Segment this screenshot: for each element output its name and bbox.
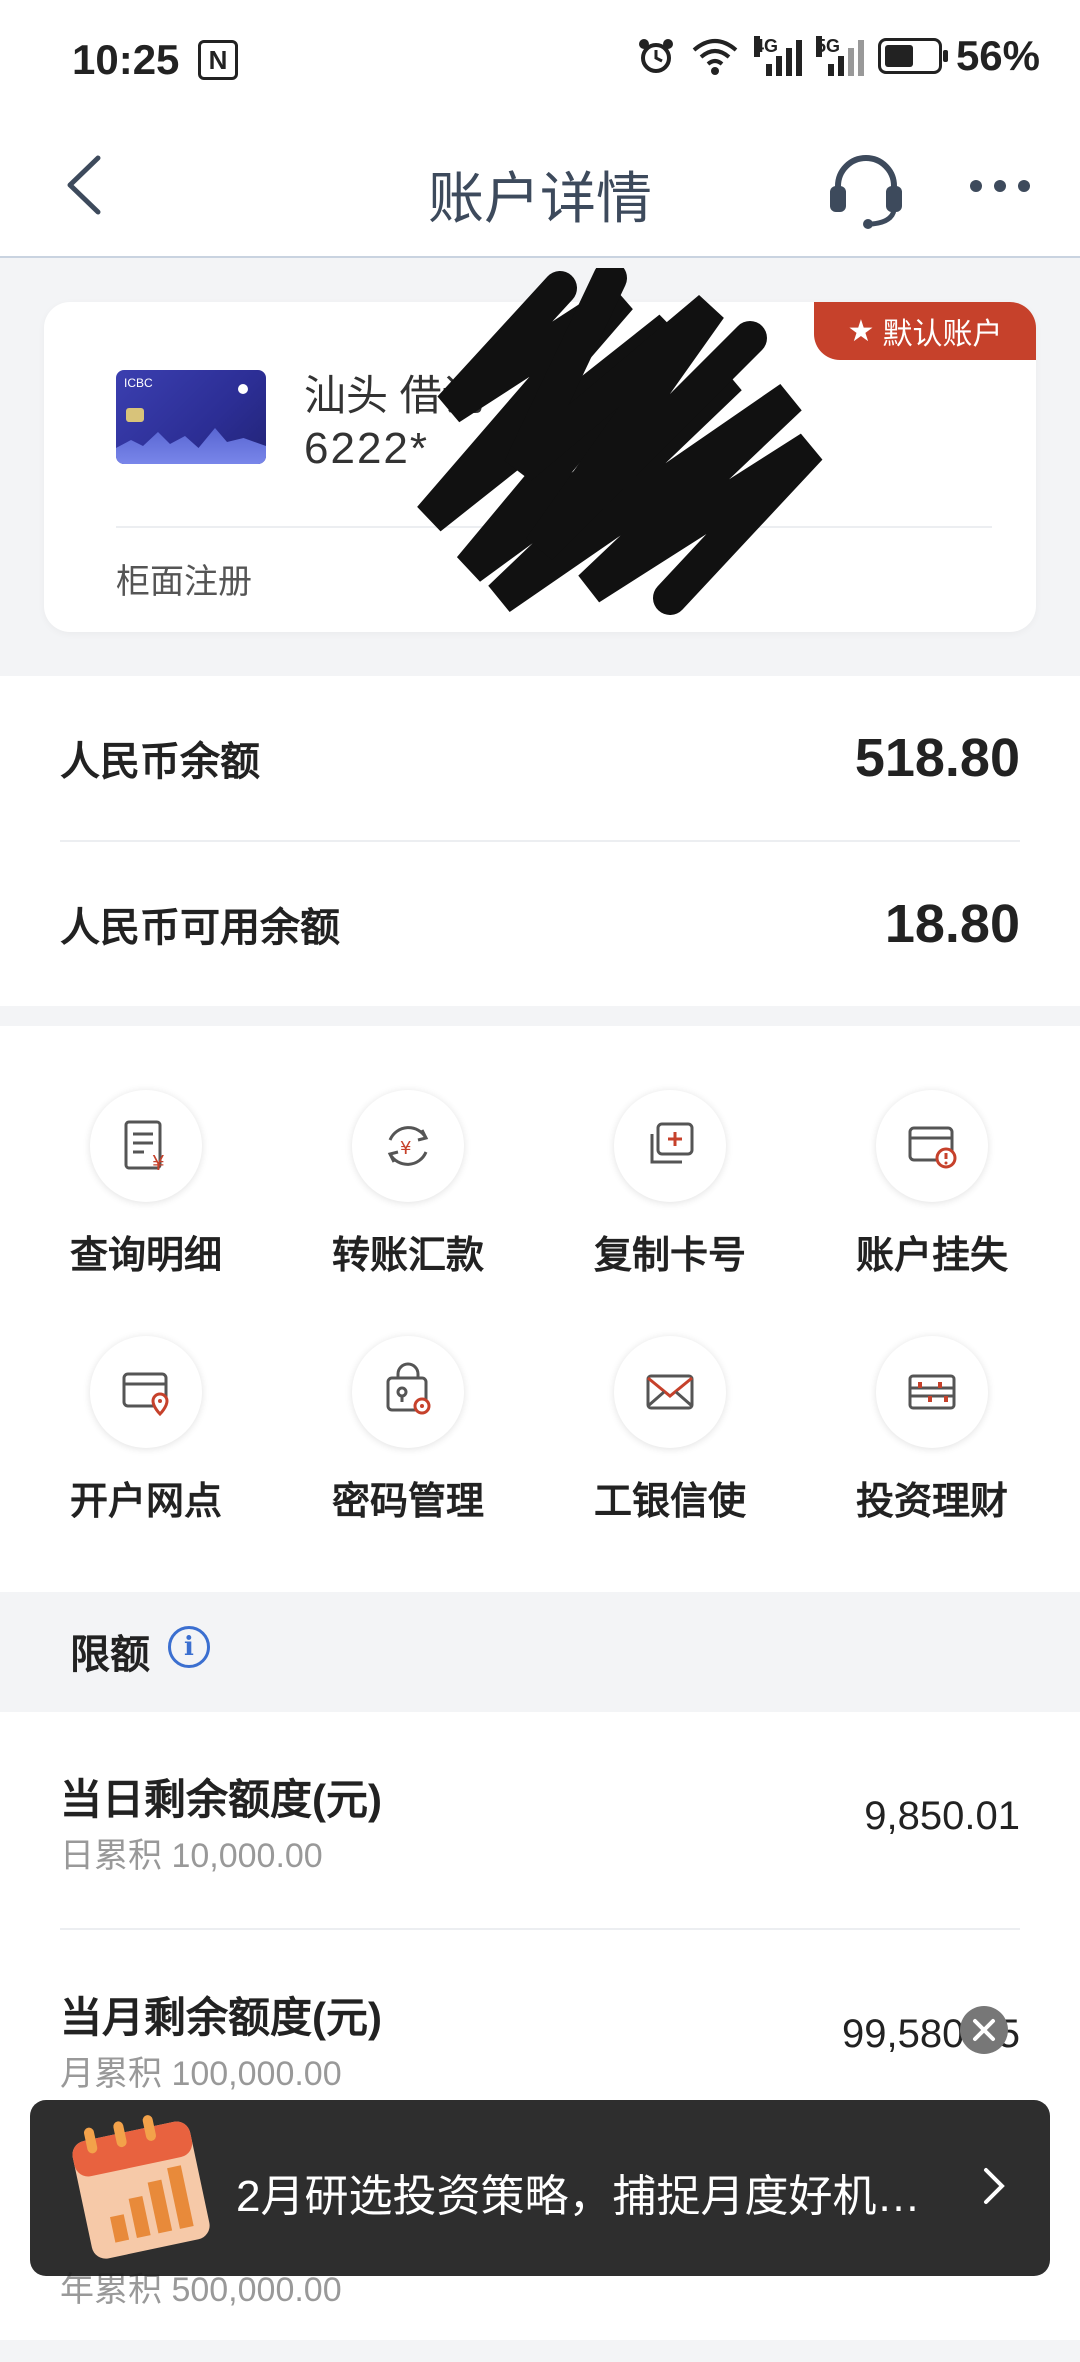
svg-text:¥: ¥ [400,1138,411,1159]
promo-text: 2月研选投资策略，捕捉月度好机… [236,2172,921,2221]
more-options-icon[interactable] [964,156,1036,216]
star-icon: ★ [847,314,875,348]
rmb-available-balance-row: 人民币可用余额 18.80 [60,842,1020,1006]
balance-value: 518.80 [854,728,1020,788]
signal-5g-icon: 5G [815,36,864,76]
app-header: 账户详情 [0,120,1080,258]
branch-location-icon [90,1336,202,1448]
info-icon[interactable]: i [168,1626,210,1668]
svg-text:¥: ¥ [152,1151,165,1175]
nfc-icon: N [198,40,238,80]
action-investment[interactable]: 投资理财 [842,1336,1022,1525]
limits-title: 限额 [70,1633,150,1677]
daily-limit-cumulative: 日累积 10,000.00 [60,1837,323,1875]
envelope-icon [614,1336,726,1448]
close-promo-button[interactable] [960,2006,1008,2054]
battery-percent: 56% [955,32,1040,79]
default-account-badge: ★ 默认账户 [814,302,1036,360]
daily-limit-label: 当日剩余额度(元) [60,1776,382,1823]
abacus-icon [876,1336,988,1448]
action-report-loss[interactable]: 账户挂失 [842,1090,1022,1279]
chevron-right-icon[interactable] [974,2156,1014,2216]
calendar-chart-icon [72,2115,210,2259]
chip-icon [126,408,144,422]
rmb-balance-row: 人民币余额 518.80 [60,676,1020,840]
password-icon [352,1336,464,1448]
action-branch-locator[interactable]: 开户网点 [56,1336,236,1525]
close-icon [973,2019,995,2041]
status-bar: 10:25 N 4G 5G 56% [0,0,1080,120]
balance-label: 人民币余额 [60,740,260,784]
action-icbc-messenger[interactable]: 工银信使 [580,1336,760,1525]
action-grid: ¥ 查询明细 ¥ 转账汇款 复制卡号 账户挂失 开户网点 密码管理 工银信使 投… [0,1026,1080,1592]
customer-service-headset-icon[interactable] [822,144,910,232]
statement-icon: ¥ [90,1090,202,1202]
daily-limit-value: 9,850.01 [864,1794,1020,1838]
redaction-scribble [417,268,823,615]
promo-banner[interactable]: 2月研选投资策略，捕捉月度好机… [30,2100,1050,2276]
page-title: 账户详情 [428,167,652,230]
status-icons: 4G 5G 56% [636,32,1040,80]
daily-limit-row: 当日剩余额度(元) 日累积 10,000.00 9,850.01 [60,1712,1020,1928]
battery-icon [877,38,948,74]
monthly-limit-cumulative: 月累积 100,000.00 [60,2055,342,2093]
balance-section: 人民币余额 518.80 人民币可用余额 18.80 [0,676,1080,1006]
monthly-limit-label: 当月剩余额度(元) [60,1994,382,2041]
status-time: 10:25 [72,36,180,83]
report-loss-icon [876,1090,988,1202]
limits-header: 限额 i [0,1592,1080,1712]
signal-4g-icon: 4G [753,36,802,76]
card-image: ICBC [116,370,266,464]
registration-channel: 柜面注册 [116,563,252,601]
action-query-details[interactable]: ¥ 查询明细 [56,1090,236,1279]
action-password-management[interactable]: 密码管理 [318,1336,498,1525]
available-balance-label: 人民币可用余额 [60,906,340,950]
wifi-icon [692,39,738,75]
action-transfer[interactable]: ¥ 转账汇款 [318,1090,498,1279]
available-balance-value: 18.80 [884,894,1020,954]
copy-card-icon [614,1090,726,1202]
alarm-icon [638,39,673,73]
action-copy-card-number[interactable]: 复制卡号 [580,1090,760,1279]
card-logo: ICBC [124,376,153,390]
transfer-icon: ¥ [352,1090,464,1202]
